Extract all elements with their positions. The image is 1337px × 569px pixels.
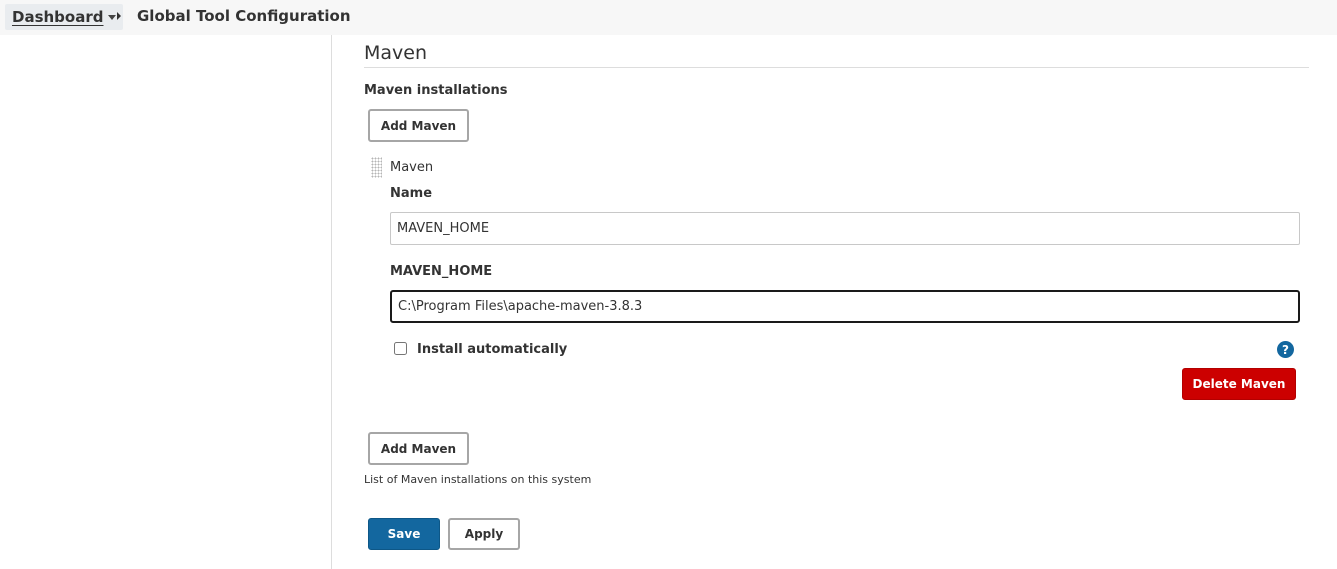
add-maven-button-bottom[interactable]: Add Maven bbox=[368, 432, 469, 465]
section-title: Maven bbox=[364, 42, 428, 64]
apply-button[interactable]: Apply bbox=[448, 518, 520, 550]
installation-header: Maven bbox=[390, 160, 434, 175]
install-automatically-checkbox[interactable] bbox=[394, 342, 407, 355]
add-maven-button-top[interactable]: Add Maven bbox=[368, 109, 469, 142]
sidebar-divider bbox=[331, 35, 332, 569]
chevron-right-icon bbox=[117, 12, 121, 20]
maven-home-input[interactable] bbox=[390, 290, 1300, 323]
breadcrumb-dashboard-label[interactable]: Dashboard bbox=[12, 8, 103, 26]
maven-installations-description: List of Maven installations on this syst… bbox=[364, 473, 592, 486]
maven-installations-label: Maven installations bbox=[364, 83, 508, 98]
breadcrumb-current-page: Global Tool Configuration bbox=[137, 7, 351, 25]
section-divider bbox=[364, 67, 1309, 68]
drag-handle-icon[interactable] bbox=[371, 157, 382, 178]
install-automatically-label[interactable]: Install automatically bbox=[417, 342, 567, 357]
delete-maven-button[interactable]: Delete Maven bbox=[1182, 368, 1296, 400]
help-icon[interactable]: ? bbox=[1277, 341, 1294, 358]
name-label: Name bbox=[390, 186, 433, 201]
maven-home-label: MAVEN_HOME bbox=[390, 264, 493, 279]
name-input[interactable] bbox=[390, 212, 1300, 245]
save-button[interactable]: Save bbox=[368, 518, 440, 550]
breadcrumb-dashboard-link[interactable]: Dashboard bbox=[5, 4, 124, 30]
breadcrumb: Dashboard Global Tool Configuration bbox=[0, 0, 1337, 35]
chevron-down-icon[interactable] bbox=[108, 14, 117, 20]
